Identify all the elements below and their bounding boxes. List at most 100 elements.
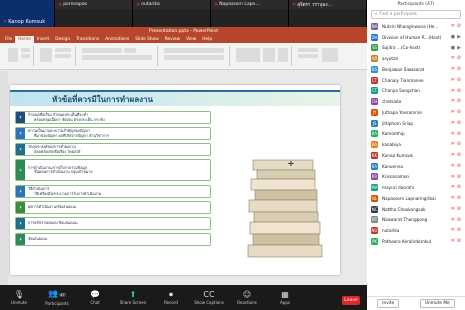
ribbon-tab[interactable]: Insert (34, 36, 52, 43)
toolbar-label: Unmute (11, 300, 27, 305)
video-off-icon: ⊘ (456, 227, 461, 234)
participant-row[interactable]: NU nutarika ✕ ⊘ (367, 225, 465, 236)
ribbon-group-font (78, 46, 158, 66)
bullet-main-text: ผลการดำเนินงาน/ข้อเสนอแนะ (28, 205, 77, 210)
thumbnail-participant[interactable]: ✕ nutarika (133, 0, 211, 27)
muted-mic-icon: ✕ (450, 109, 455, 115)
participant-row[interactable]: JS jittiphorn Sriap ✕ ⊘ (367, 118, 465, 129)
chevron-icon: › (16, 202, 25, 213)
mic-icon: 🎙 (13, 290, 25, 299)
participants-button[interactable]: 👥 47 Participants (38, 285, 76, 310)
bullet-main-text: ข้อเสนอแนะ (28, 237, 48, 242)
participant-search-input[interactable]: ⌕ Find a participant (371, 10, 461, 19)
window-title-bar: Presentation.pptx - PowerPoint (0, 27, 367, 36)
participant-name: mayuri daorahi (382, 185, 414, 191)
chat-button[interactable]: 💬 Chat (76, 285, 114, 310)
captions-button[interactable]: CC Show Captions (190, 285, 228, 310)
mic-button[interactable]: 🎙 Unmute (0, 285, 38, 310)
muted-mic-icon: ✕ (136, 1, 141, 8)
chevron-icon: › (16, 218, 25, 229)
slide-thumbnail-pane[interactable] (0, 71, 8, 285)
invite-button[interactable]: Invite (377, 299, 400, 308)
muted-mic-icon: ✕ (450, 238, 455, 244)
chat-icon: 💬 (90, 290, 100, 299)
avatar: NL (371, 194, 378, 202)
apps-button[interactable]: ▦ Apps (266, 285, 304, 310)
thumbnail-participant[interactable]: ✕ สุจิตรา วรานุพง... (289, 0, 367, 27)
ribbon-tab[interactable]: Animations (102, 36, 132, 43)
participant-name: Krissanamon (382, 174, 410, 180)
ribbon: File Home Insert Design Transitions Animation… (0, 36, 367, 70)
toolbar-label: Record (164, 300, 178, 305)
bullet-text: ข้อเสนอแนะ (25, 237, 48, 241)
participant-row[interactable]: AR aryutan ✕ ⊘ (367, 53, 465, 64)
participant-status-icons: ✕ ⊘ (451, 23, 461, 29)
participant-row[interactable]: KR Krissanamon ✕ ⊘ (367, 172, 465, 183)
chevron-icon: › (16, 234, 25, 245)
video-off-icon: ⊘ (456, 130, 461, 137)
participant-row[interactable]: BS Benjawan Siwasarat ✕ ⊘ (367, 64, 465, 75)
ribbon-tab[interactable]: File (2, 36, 15, 43)
participant-row[interactable]: SS Sujitra ...(Co-host) ● ▶ (367, 43, 465, 54)
video-off-icon: ⊘ (456, 23, 461, 29)
participant-row[interactable]: CT Chanya Sangchan ✕ ⊘ (367, 86, 465, 97)
participant-name: Division of Human R...(Host) (382, 34, 442, 40)
ribbon-tab[interactable]: Help (199, 36, 215, 43)
bullet-sub-text: ขั้นตอนการดำเนินงาน กลุ่มเป้าหมาย (34, 170, 93, 174)
participant-row[interactable]: MA mayuri daorahi ✕ ⊘ (367, 182, 465, 193)
video-off-icon: ⊘ (456, 87, 461, 94)
participant-row[interactable]: CH chetsada ✕ ⊘ (367, 96, 465, 107)
video-icon: ▶ (457, 44, 461, 51)
participant-row[interactable]: NT Naowarat Thongpong ✕ ⊘ (367, 215, 465, 226)
participant-status-icons: ✕ ⊘ (451, 55, 461, 61)
avatar: PK (371, 237, 378, 245)
video-off-icon: ⊘ (456, 141, 461, 148)
muted-mic-icon: ✕ (450, 130, 455, 137)
unmute-me-button[interactable]: Unmute Me (419, 299, 455, 308)
thumbnail-participant[interactable]: ✕ pornnapas (55, 0, 133, 27)
participant-row[interactable]: KA Kanuenna ✕ ⊘ (367, 161, 465, 172)
ribbon-tab[interactable]: Slide Show (132, 36, 161, 43)
participant-row[interactable]: NL Napassorn Lapnaringribai ✕ ⊘ (367, 193, 465, 204)
ribbon-tab[interactable]: View (183, 36, 199, 43)
participant-row[interactable]: KA Kamonthip ✕ ⊘ (367, 129, 465, 140)
ribbon-tab[interactable]: Home (15, 36, 34, 43)
participant-row[interactable]: CT Chanaiy Tianmanee ✕ ⊘ (367, 75, 465, 86)
thumbnail-participant[interactable]: ✕ Napassorn Lapn... (211, 0, 289, 27)
participant-row[interactable]: KK Kanop Kumsuk ✕ ⊘ (367, 150, 465, 161)
reactions-button[interactable]: ☺ Reactions (228, 285, 266, 310)
ribbon-tab[interactable]: Transitions (73, 36, 102, 43)
participant-status-icons: ✕ ⊘ (451, 141, 461, 147)
muted-mic-icon: ✕ (450, 23, 455, 29)
video-off-icon: ⊘ (456, 238, 461, 244)
participant-status-icons: ✕ ⊘ (451, 195, 461, 201)
bullet-text: การดำเนินงาน/การเก็บรวบรวมข้อมูล ขั้นตอนก… (25, 166, 92, 175)
mic-icon: ● (450, 33, 456, 40)
ribbon-tab[interactable]: Review (162, 36, 183, 43)
participant-status-icons: ✕ ⊘ (451, 66, 461, 72)
participant-name: jittiphorn Sriap (382, 120, 414, 126)
participant-row[interactable]: KA kanabiya ✕ ⊘ (367, 139, 465, 150)
thumbnail-self[interactable]: ✕Kanop Kumsuk (0, 0, 55, 27)
participant-row[interactable]: PK Patheera Keralirdornkul ✕ ⊘ (367, 236, 465, 247)
leave-button[interactable]: Leave (342, 296, 360, 305)
participant-status-icons: ✕ ⊘ (451, 120, 461, 126)
participant-row[interactable]: DH Division of Human R...(Host) ● ▶ (367, 32, 465, 43)
participant-row[interactable]: NA Nutsiri Nhanginwona (He... ✕ ⊘ (367, 21, 465, 32)
participant-status-icons: ✕ ⊘ (451, 174, 461, 180)
record-button[interactable]: ⏺ Record (152, 285, 190, 310)
slide-title: หัวข้อที่ควรมีในการทำผลงาน (52, 94, 153, 104)
avatar: NA (371, 22, 378, 30)
avatar: NU (371, 227, 378, 235)
avatar: CH (371, 98, 378, 106)
share-screen-button[interactable]: ⬆ Share Screen (114, 285, 152, 310)
ribbon-tab[interactable]: Design (52, 36, 73, 43)
participant-row[interactable]: JY Juthapa Yoosamran ✕ ⊘ (367, 107, 465, 118)
video-off-icon: ⊘ (456, 184, 461, 191)
bullet-text: ผลการดำเนินงาน/ข้อเสนอแนะ (25, 205, 77, 209)
chevron-icon: › (16, 128, 25, 139)
avatar: SS (371, 44, 378, 52)
participant-row[interactable]: NC Nattha Chookongsak ✕ ⊘ (367, 204, 465, 215)
avatar: KA (371, 130, 378, 138)
avatar: KK (371, 151, 378, 159)
